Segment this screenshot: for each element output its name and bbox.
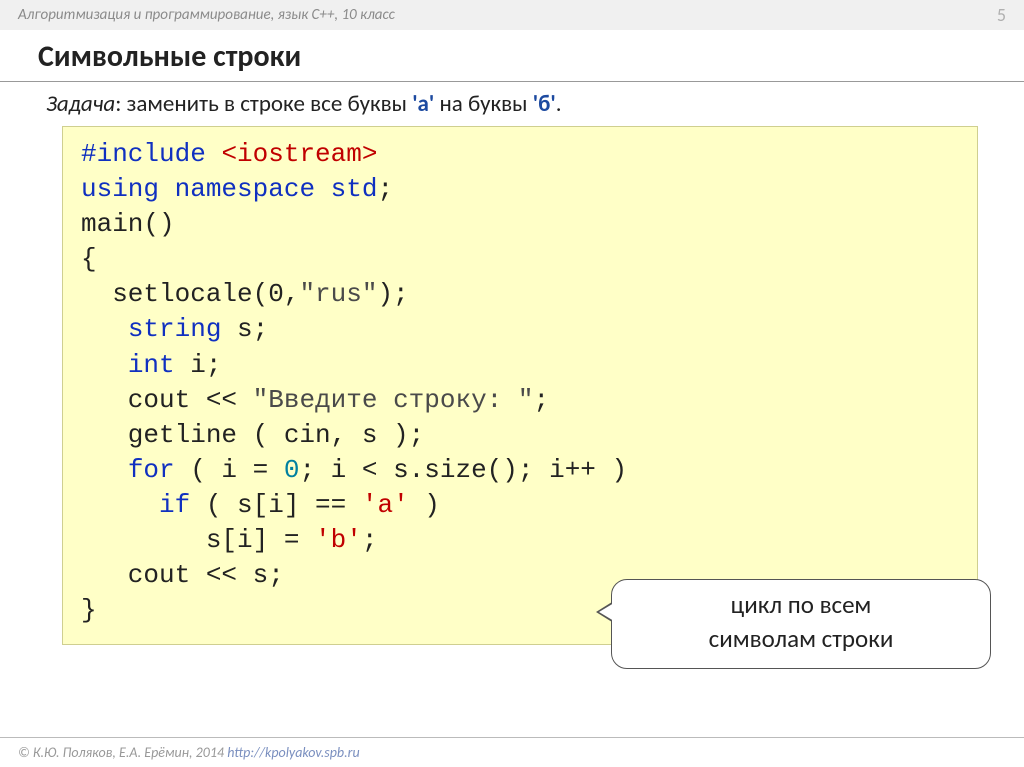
problem-label: Задача (46, 90, 115, 118)
code-line: setlocale(0,"rus"); (81, 277, 959, 312)
footer-url: http://kpolyakov.spb.ru (227, 744, 359, 761)
code-line: string s; (81, 312, 959, 347)
callout-bubble: цикл по всем символам строки (611, 579, 991, 669)
code-line: int i; (81, 348, 959, 383)
callout-line: цикл по всем (630, 588, 972, 622)
problem-statement: Задача: заменить в строке все буквы 'а' … (0, 86, 1024, 126)
code-line: for ( i = 0; i < s.size(); i++ ) (81, 453, 959, 488)
code-line: if ( s[i] == 'a' ) (81, 488, 959, 523)
code-block: #include <iostream> using namespace std;… (62, 126, 978, 645)
code-line: #include <iostream> (81, 137, 959, 172)
page-number: 5 (997, 4, 1006, 26)
code-line: cout << "Введите строку: "; (81, 383, 959, 418)
code-line: { (81, 242, 959, 277)
slide-title: Символьные строки (0, 30, 1024, 82)
code-line: s[i] = 'b'; (81, 523, 959, 558)
copyright-text: © К.Ю. Поляков, Е.А. Ерёмин, 2014 (18, 744, 227, 761)
code-line: main() (81, 207, 959, 242)
course-name: Алгоритмизация и программирование, язык … (18, 6, 395, 24)
callout-line: символам строки (630, 622, 972, 656)
code-line: getline ( cin, s ); (81, 418, 959, 453)
slide-footer: © К.Ю. Поляков, Е.А. Ерёмин, 2014 http:/… (0, 737, 1024, 767)
slide-header: Алгоритмизация и программирование, язык … (0, 0, 1024, 30)
code-line: using namespace std; (81, 172, 959, 207)
